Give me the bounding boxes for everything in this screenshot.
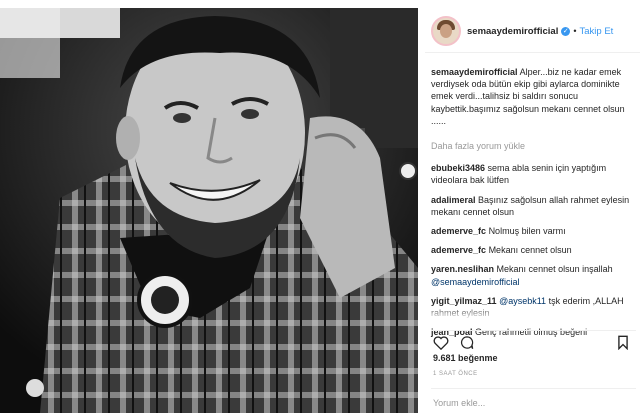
caption: semaaydemirofficial Alper...biz ne kadar… <box>431 66 636 127</box>
post-side-panel: semaaydemirofficial ✓ • Takip Et semaayd… <box>425 0 640 420</box>
heart-icon[interactable] <box>433 335 449 350</box>
comment-mention-link[interactable]: @semaaydemirofficial <box>431 277 520 287</box>
list-item: yaren.neslihan Mekanı cennet olsun inşal… <box>431 263 636 287</box>
comment-mention-link[interactable]: @aysebk11 <box>499 296 546 306</box>
comment-text: Mekanı cennet olsun <box>488 245 572 256</box>
comment-icon[interactable] <box>459 335 475 350</box>
list-item: ademerve_fc Mekanı cennet olsun <box>431 244 636 256</box>
list-item: adalimeral Başınız sağolsun allah rahmet… <box>431 194 636 218</box>
list-item: ebubeki3486 sema abla senin için yaptığı… <box>431 162 636 186</box>
add-comment-bar <box>431 388 636 417</box>
list-item: ademerve_fc Nolmuş bilen varmı <box>431 225 636 237</box>
verified-badge-icon: ✓ <box>561 26 571 36</box>
comment-text: Nolmuş bilen varmı <box>488 226 566 237</box>
comment-text: Mekanı cennet olsun inşallah <box>496 264 613 275</box>
post-timestamp: 1 SAAT ÖNCE <box>433 371 478 377</box>
comment-input[interactable] <box>433 398 613 408</box>
load-more-comments-link[interactable]: Daha fazla yorum yükle <box>431 140 636 152</box>
comment-username[interactable]: ademerve_fc <box>431 245 486 255</box>
caption-username[interactable]: semaaydemirofficial <box>431 67 518 77</box>
comment-username[interactable]: yigit_yilmaz_11 <box>431 296 497 306</box>
header-username[interactable]: semaaydemirofficial <box>467 26 558 37</box>
comments-fade <box>425 306 635 320</box>
comment-username[interactable]: ebubeki3486 <box>431 163 485 173</box>
post-header: semaaydemirofficial ✓ • Takip Et <box>425 10 640 53</box>
follow-button[interactable]: Takip Et <box>580 26 614 37</box>
post-photo <box>0 8 418 413</box>
comment-username[interactable]: adalimeral <box>431 195 476 205</box>
action-bar <box>431 330 636 354</box>
bookmark-icon[interactable] <box>617 335 629 350</box>
separator-dot: • <box>573 26 577 36</box>
avatar[interactable] <box>431 16 461 46</box>
comments-list: semaaydemirofficial Alper...biz ne kadar… <box>431 66 636 345</box>
comment-username[interactable]: ademerve_fc <box>431 226 486 236</box>
likes-count[interactable]: 9.681 beğenme <box>433 353 498 363</box>
comment-username[interactable]: yaren.neslihan <box>431 264 494 274</box>
